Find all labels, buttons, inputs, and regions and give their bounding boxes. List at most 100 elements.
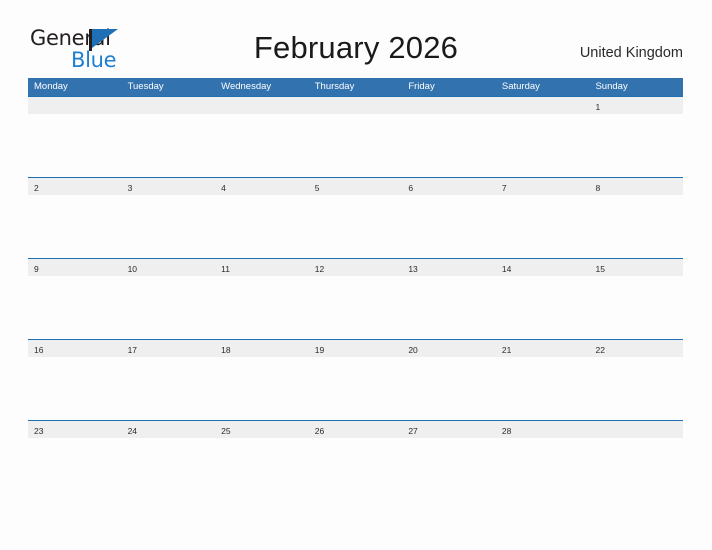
day-number-band: 12 — [308, 259, 403, 276]
day-cell[interactable]: 18 — [215, 340, 309, 420]
day-events-area[interactable] — [495, 357, 590, 419]
day-number-band: 13 — [402, 259, 496, 276]
day-cell[interactable]: 17 — [121, 340, 216, 420]
day-events-area[interactable] — [215, 195, 309, 257]
day-cell[interactable]: 14 — [495, 259, 590, 339]
day-cell[interactable]: 22 — [589, 340, 684, 420]
day-events-area[interactable] — [308, 357, 403, 419]
day-cell[interactable]: 26 — [308, 421, 403, 501]
day-events-area[interactable] — [402, 438, 496, 500]
day-events-area[interactable] — [308, 195, 403, 257]
day-events-area[interactable] — [589, 276, 684, 338]
day-cell[interactable]: 27 — [402, 421, 496, 501]
calendar-week-row: 16 17 18 19 20 21 22 — [28, 339, 684, 420]
weekday-header-row: Monday Tuesday Wednesday Thursday Friday… — [28, 78, 683, 96]
day-events-area[interactable] — [589, 438, 684, 500]
day-events-area[interactable] — [28, 357, 122, 419]
day-cell[interactable]: 3 — [121, 178, 216, 258]
day-cell[interactable] — [121, 97, 216, 177]
day-cell[interactable]: 20 — [402, 340, 496, 420]
day-cell[interactable] — [28, 97, 122, 177]
weekday-header-wednesday: Wednesday — [221, 81, 272, 92]
day-events-area[interactable] — [28, 276, 122, 338]
day-number: 20 — [408, 345, 418, 355]
day-cell[interactable]: 15 — [589, 259, 684, 339]
day-number-band: 1 — [589, 97, 684, 114]
weekday-header-monday: Monday — [34, 81, 68, 92]
day-cell[interactable]: 8 — [589, 178, 684, 258]
day-cell[interactable]: 5 — [308, 178, 403, 258]
day-events-area[interactable] — [215, 276, 309, 338]
day-number-band: 5 — [308, 178, 403, 195]
day-cell[interactable]: 23 — [28, 421, 122, 501]
day-cell[interactable]: 2 — [28, 178, 122, 258]
day-cell[interactable]: 6 — [402, 178, 496, 258]
day-events-area[interactable] — [28, 114, 122, 176]
day-number-band: 16 — [28, 340, 122, 357]
day-number: 18 — [221, 345, 231, 355]
day-events-area[interactable] — [121, 357, 216, 419]
day-number: 26 — [314, 426, 325, 436]
day-cell[interactable] — [589, 421, 684, 501]
day-events-area[interactable] — [28, 438, 122, 500]
day-cell[interactable]: 9 — [28, 259, 122, 339]
day-cell[interactable]: 10 — [121, 259, 216, 339]
day-cell[interactable]: 7 — [495, 178, 590, 258]
day-number-band — [121, 97, 216, 114]
day-events-area[interactable] — [589, 114, 684, 176]
day-cell[interactable] — [215, 97, 309, 177]
day-events-area[interactable] — [589, 357, 684, 419]
day-events-area[interactable] — [28, 195, 122, 257]
day-number: 8 — [595, 183, 601, 193]
day-events-area[interactable] — [495, 276, 590, 338]
day-number-band — [589, 421, 684, 438]
day-events-area[interactable] — [308, 438, 403, 500]
day-number-band: 22 — [589, 340, 684, 357]
calendar-week-row: 23 24 25 26 27 28 — [28, 420, 684, 501]
day-events-area[interactable] — [589, 195, 684, 257]
day-events-area[interactable] — [495, 438, 590, 500]
day-events-area[interactable] — [121, 438, 216, 500]
day-events-area[interactable] — [121, 276, 216, 338]
day-cell[interactable]: 11 — [215, 259, 309, 339]
day-events-area[interactable] — [215, 357, 309, 419]
day-number: 23 — [34, 426, 44, 436]
day-events-area[interactable] — [121, 195, 216, 257]
day-events-area[interactable] — [402, 276, 496, 338]
day-number-band — [28, 97, 122, 114]
day-events-area[interactable] — [495, 114, 590, 176]
day-number: 6 — [408, 183, 414, 193]
day-cell[interactable] — [402, 97, 496, 177]
day-events-area[interactable] — [215, 438, 309, 500]
day-number-band — [495, 97, 590, 114]
day-number-band — [308, 97, 403, 114]
day-events-area[interactable] — [402, 114, 496, 176]
day-events-area[interactable] — [495, 195, 590, 257]
calendar-grid: Monday Tuesday Wednesday Thursday Friday… — [28, 78, 684, 501]
day-cell[interactable]: 19 — [308, 340, 403, 420]
day-events-area[interactable] — [308, 276, 403, 338]
day-cell[interactable] — [308, 97, 403, 177]
day-cell[interactable]: 4 — [215, 178, 309, 258]
day-cell[interactable]: 25 — [215, 421, 309, 501]
day-cell[interactable]: 21 — [495, 340, 590, 420]
day-cell[interactable]: 24 — [121, 421, 216, 501]
day-number-band: 9 — [28, 259, 122, 276]
day-number: 2 — [34, 183, 39, 193]
day-cell[interactable]: 13 — [402, 259, 496, 339]
day-events-area[interactable] — [308, 114, 403, 176]
day-events-area[interactable] — [121, 114, 216, 176]
day-cell[interactable]: 12 — [308, 259, 403, 339]
day-events-area[interactable] — [402, 195, 496, 257]
day-number-band: 26 — [308, 421, 403, 438]
day-number-band: 25 — [215, 421, 309, 438]
day-cell[interactable] — [495, 97, 590, 177]
day-number: 5 — [314, 183, 320, 193]
day-cell[interactable]: 1 — [589, 97, 684, 177]
day-events-area[interactable] — [215, 114, 309, 176]
calendar-week-row: 9 10 11 12 13 14 15 — [28, 258, 684, 339]
day-number-band: 24 — [121, 421, 216, 438]
day-cell[interactable]: 28 — [495, 421, 590, 501]
day-events-area[interactable] — [402, 357, 496, 419]
day-cell[interactable]: 16 — [28, 340, 122, 420]
